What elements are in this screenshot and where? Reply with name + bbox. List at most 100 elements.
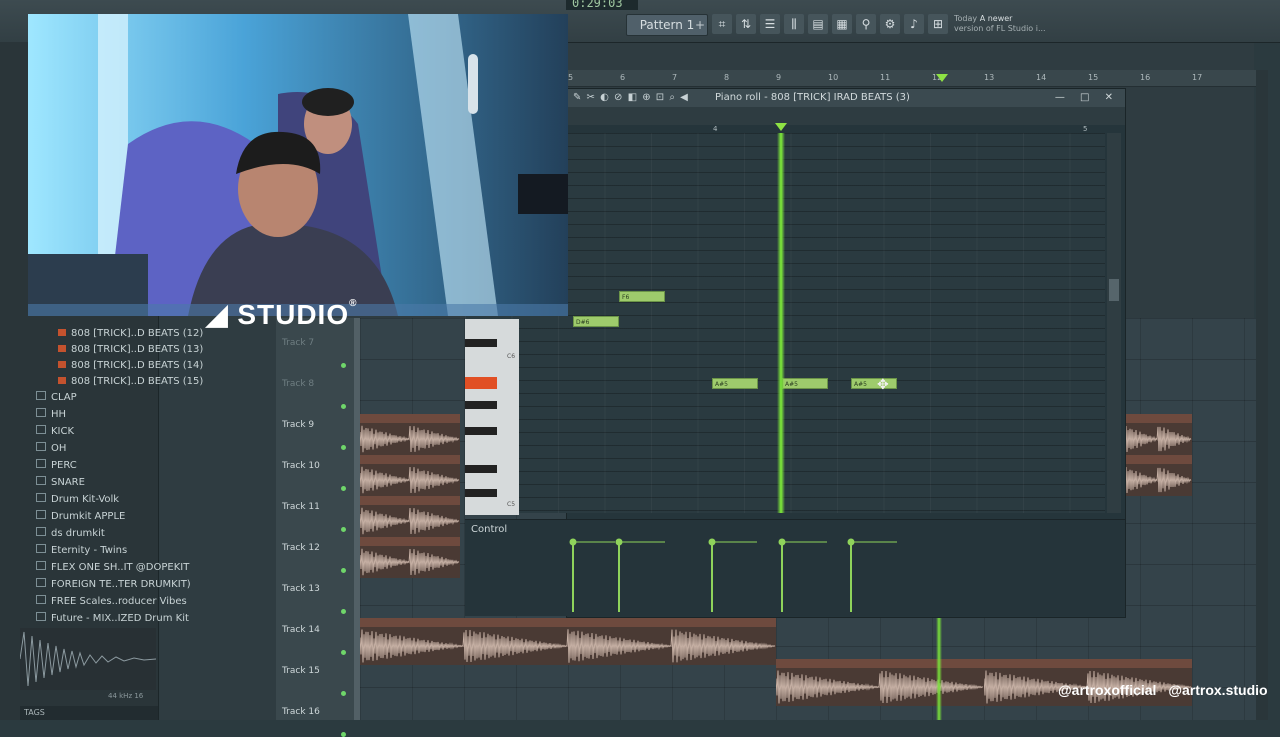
note[interactable]: D#6 bbox=[573, 316, 619, 327]
track-name[interactable]: Track 13 bbox=[282, 584, 320, 594]
tags-label: TAGS bbox=[24, 708, 45, 717]
audio-clip[interactable]: R&BTRAP - 180bpm - A# bbox=[360, 414, 460, 455]
browser-folder-item[interactable]: Drum Kit-Volk bbox=[36, 492, 119, 508]
folder-icon bbox=[36, 442, 46, 451]
note[interactable]: F6 bbox=[619, 291, 665, 302]
track-enable-led[interactable] bbox=[341, 445, 346, 450]
audio-clip[interactable]: R&BTRAP - 180bpm - A#m - (@luchoflp) bbox=[776, 659, 984, 706]
browser-folder-item[interactable]: ds drumkit bbox=[36, 526, 105, 542]
piano-roll-window: ✎ ✂ ◐ ⊘ ◧ ⊕ ⊡ ⌕ ◀ Piano roll - 808 [TRIC… bbox=[465, 88, 1126, 618]
bar-label-4: 4 bbox=[713, 125, 718, 133]
audio-clip[interactable]: R&BTRAP - 180bpm - A# bbox=[360, 496, 460, 537]
browser-folder-item[interactable]: Drumkit APPLE bbox=[36, 509, 125, 525]
audio-clip[interactable] bbox=[1124, 455, 1192, 496]
track-name[interactable]: Track 7 bbox=[282, 338, 314, 348]
track-enable-led[interactable] bbox=[341, 527, 346, 532]
browser-file-item[interactable]: 808 [TRICK]..D BEATS (13) bbox=[58, 342, 203, 358]
black-key[interactable] bbox=[465, 465, 497, 473]
black-key[interactable] bbox=[465, 427, 497, 435]
browser-icon[interactable]: ⚙ bbox=[880, 14, 900, 34]
playlist-ruler[interactable]: 5 6 7 8 9 10 11 12 13 14 15 16 17 bbox=[566, 70, 1256, 87]
track-name[interactable]: Track 11 bbox=[282, 502, 320, 512]
track-enable-led[interactable] bbox=[341, 363, 346, 368]
highlighted-key[interactable] bbox=[465, 377, 497, 389]
step-edit-icon[interactable]: ⇅ bbox=[736, 14, 756, 34]
black-key[interactable] bbox=[465, 489, 497, 497]
audio-clip[interactable]: R&BTRAP - 180bpm - A#m - (@luchoflp) bbox=[360, 618, 776, 665]
track-enable-led[interactable] bbox=[341, 568, 346, 573]
browser-folder-item[interactable]: HH bbox=[36, 407, 66, 423]
track-name[interactable]: Track 12 bbox=[282, 543, 320, 553]
audio-clip[interactable]: oflp) bbox=[1124, 414, 1192, 455]
browser-folder-item[interactable]: FOREIGN TE..TER DRUMKIT) bbox=[36, 577, 191, 593]
control-lane[interactable]: Control bbox=[465, 519, 1125, 616]
playlist-scrollbar[interactable] bbox=[1256, 70, 1268, 720]
news-hint[interactable]: Today A newer version of FL Studio i... bbox=[954, 14, 1054, 38]
track-name[interactable]: Track 14 bbox=[282, 625, 320, 635]
browser-file-item[interactable]: 808 [TRICK]..D BEATS (14) bbox=[58, 358, 203, 374]
black-key[interactable] bbox=[465, 339, 497, 347]
browser-folder-item[interactable]: PERC bbox=[36, 458, 77, 474]
browser-folder-item[interactable]: FREE Scales..roducer Vibes bbox=[36, 594, 187, 610]
audio-clip[interactable]: R&BTRAP - 180bpm - A# bbox=[360, 455, 460, 496]
ruler-bar-number: 11 bbox=[880, 73, 891, 82]
note[interactable]: A#5 bbox=[712, 378, 758, 389]
piano-roll-scroll-thumb[interactable] bbox=[1109, 279, 1119, 301]
folder-icon bbox=[36, 510, 46, 519]
tags-bar[interactable]: TAGS bbox=[20, 706, 158, 720]
shop-icon[interactable]: ⊞ bbox=[928, 14, 948, 34]
tempo-icon[interactable]: ♪ bbox=[904, 14, 924, 34]
audio-clip[interactable]: R&BTRAP - 180bpm - A# bbox=[360, 537, 460, 578]
piano-keyboard[interactable]: C6 C5 bbox=[465, 319, 519, 515]
browser-folder-item[interactable]: OH bbox=[36, 441, 66, 457]
browser-file-item[interactable]: 808 [TRICK]..D BEATS (12) bbox=[58, 326, 203, 342]
plugin-icon[interactable]: ⚲ bbox=[856, 14, 876, 34]
track-name[interactable]: Track 9 bbox=[282, 420, 314, 430]
black-key[interactable] bbox=[465, 401, 497, 409]
playlist-icon[interactable]: ☰ bbox=[760, 14, 780, 34]
browser-folder-item[interactable]: Future - MIX..IZED Drum Kit bbox=[36, 611, 189, 627]
piano-roll-icon[interactable]: ▦ bbox=[832, 14, 852, 34]
browser-folder-item[interactable]: Eternity - Twins bbox=[36, 543, 127, 559]
ruler-bar-number: 16 bbox=[1140, 73, 1151, 82]
browser-folder-item[interactable]: SNARE bbox=[36, 475, 85, 491]
add-pattern-icon[interactable]: + bbox=[695, 15, 705, 35]
piano-roll-scrollbar[interactable] bbox=[1107, 133, 1121, 513]
piano-roll-titlebar[interactable]: ✎ ✂ ◐ ⊘ ◧ ⊕ ⊡ ⌕ ◀ Piano roll - 808 [TRIC… bbox=[567, 89, 1125, 107]
hint-prefix: Today bbox=[954, 14, 980, 23]
song-position-marker[interactable] bbox=[936, 74, 948, 82]
track-enable-led[interactable] bbox=[341, 609, 346, 614]
track-enable-led[interactable] bbox=[341, 691, 346, 696]
channel-rack-icon[interactable]: ▤ bbox=[808, 14, 828, 34]
audio-file-icon bbox=[58, 377, 66, 384]
track-enable-led[interactable] bbox=[341, 650, 346, 655]
window-controls[interactable]: — □ ✕ bbox=[1055, 89, 1119, 107]
piano-roll-tools[interactable]: ✎ ✂ ◐ ⊘ ◧ ⊕ ⊡ ⌕ ◀ bbox=[573, 89, 689, 107]
track-enable-led[interactable] bbox=[341, 486, 346, 491]
track-enable-led[interactable] bbox=[341, 732, 346, 737]
clip-waveform bbox=[1124, 425, 1192, 453]
song-time-display: 0:29:03 bbox=[566, 0, 638, 10]
browser-folder-item[interactable]: CLAP bbox=[36, 390, 77, 406]
ruler-bar-number: 9 bbox=[776, 73, 782, 82]
pattern-selector[interactable]: Pattern 1 + bbox=[626, 14, 708, 36]
browser-file-item[interactable]: 808 [TRICK]..D BEATS (15) bbox=[58, 374, 203, 390]
playlist-playhead bbox=[936, 618, 942, 720]
track-enable-led[interactable] bbox=[341, 404, 346, 409]
mixer-icon[interactable]: ⫼ bbox=[784, 14, 804, 34]
browser-item-label: SNARE bbox=[51, 477, 85, 488]
clip-label: R&BTRAP - 180bpm - A# bbox=[364, 414, 451, 422]
browser-folder-item[interactable]: FLEX ONE SH..IT @DOPEKIT bbox=[36, 560, 189, 576]
playhead-marker[interactable] bbox=[775, 123, 787, 131]
note[interactable]: A#5 bbox=[782, 378, 828, 389]
browser-folder-item[interactable]: KICK bbox=[36, 424, 74, 440]
piano-roll-timeline[interactable]: 4 5 bbox=[567, 107, 1125, 133]
note[interactable]: A#5 bbox=[851, 378, 897, 389]
track-name[interactable]: Track 8 bbox=[282, 379, 314, 389]
track-name[interactable]: Track 15 bbox=[282, 666, 320, 676]
clip-waveform bbox=[360, 629, 776, 663]
track-name[interactable]: Track 16 bbox=[282, 707, 320, 717]
track-name[interactable]: Track 10 bbox=[282, 461, 320, 471]
piano-roll-title: Piano roll - 808 [TRICK] IRAD BEATS (3) bbox=[715, 92, 910, 103]
snap-icon[interactable]: ⌗ bbox=[712, 14, 732, 34]
